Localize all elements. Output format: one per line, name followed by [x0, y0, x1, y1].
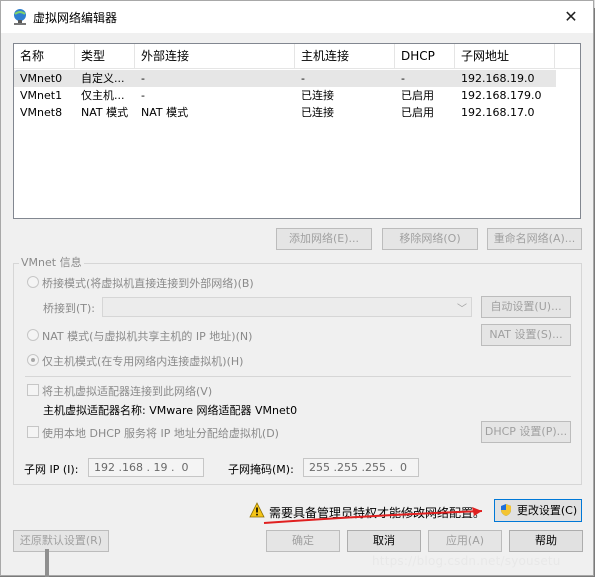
column-header-subnet[interactable]: 子网地址: [455, 44, 555, 68]
host-only-label: 仅主机模式(在专用网络内连接虚拟机)(H): [42, 355, 244, 368]
cell-external: NAT 模式: [141, 106, 189, 119]
cell-dhcp: 已启用: [401, 89, 434, 102]
restore-defaults-button[interactable]: 还原默认设置(R): [13, 530, 109, 552]
add-network-button[interactable]: 添加网络(E)...: [276, 228, 372, 250]
cell-subnet: 192.168.17.0: [461, 106, 535, 119]
bridge-to-label: 桥接到(T):: [43, 302, 96, 315]
column-header-dhcp[interactable]: DHCP: [395, 44, 455, 68]
host-only-radio[interactable]: [27, 354, 39, 366]
bridge-mode-radio[interactable]: [27, 276, 39, 288]
ok-button[interactable]: 确定: [266, 530, 340, 552]
subnet-ip-input[interactable]: 192 .168 . 19 . 0: [88, 458, 204, 477]
nat-mode-label: NAT 模式(与虚拟机共享主机的 IP 地址)(N): [42, 330, 253, 343]
change-settings-button[interactable]: 更改设置(C): [494, 499, 582, 522]
adapter-name-text: 主机虚拟适配器名称: VMware 网络适配器 VMnet0: [43, 404, 298, 417]
bridge-mode-label: 桥接模式(将虚拟机直接连接到外部网络)(B): [42, 277, 254, 290]
cell-host: 已连接: [301, 106, 334, 119]
cell-type: 仅主机...: [81, 89, 125, 102]
list-header: 名称 类型 外部连接 主机连接 DHCP 子网地址: [14, 44, 580, 69]
cell-dhcp: -: [401, 72, 405, 85]
bridge-to-select[interactable]: ﹀: [102, 297, 472, 317]
nat-mode-radio[interactable]: [27, 329, 39, 341]
title-bar[interactable]: 虚拟网络编辑器 ✕: [1, 1, 593, 33]
auto-settings-button[interactable]: 自动设置(U)...: [481, 296, 571, 318]
cell-external: -: [141, 89, 145, 102]
virtual-network-editor-window: 虚拟网络编辑器 ✕ 名称 类型 外部连接 主机连接 DHCP 子网地址 VMne…: [0, 0, 594, 577]
chevron-down-icon: ﹀: [457, 304, 467, 315]
connect-adapter-checkbox[interactable]: [27, 384, 39, 396]
column-header-host[interactable]: 主机连接: [295, 44, 395, 68]
column-header-type[interactable]: 类型: [75, 44, 135, 68]
column-header-external[interactable]: 外部连接: [135, 44, 295, 68]
background-scrollbar: [45, 549, 49, 577]
network-list[interactable]: 名称 类型 外部连接 主机连接 DHCP 子网地址 VMnet0 自定义... …: [13, 43, 581, 219]
dhcp-settings-button[interactable]: DHCP 设置(P)...: [481, 421, 571, 443]
cell-type: NAT 模式: [81, 106, 129, 119]
subnet-ip-label: 子网 IP (I):: [24, 463, 79, 476]
uac-shield-icon: [500, 504, 511, 516]
window-title: 虚拟网络编辑器: [33, 11, 118, 25]
use-dhcp-checkbox[interactable]: [27, 426, 39, 438]
cell-host: 已连接: [301, 89, 334, 102]
cell-name: VMnet1: [20, 89, 63, 102]
rename-network-button[interactable]: 重命名网络(A)...: [487, 228, 582, 250]
table-row[interactable]: VMnet8 NAT 模式 NAT 模式 已连接 已启用 192.168.17.…: [14, 104, 556, 121]
use-dhcp-label: 使用本地 DHCP 服务将 IP 地址分配给虚拟机(D): [42, 427, 279, 440]
cancel-button[interactable]: 取消: [347, 530, 421, 552]
divider: [25, 376, 571, 377]
cell-host: -: [301, 72, 305, 85]
column-header-name[interactable]: 名称: [14, 44, 75, 68]
cell-external: -: [141, 72, 145, 85]
remove-network-button[interactable]: 移除网络(O): [382, 228, 478, 250]
connect-adapter-label: 将主机虚拟适配器连接到此网络(V): [42, 385, 213, 398]
table-row[interactable]: VMnet0 自定义... - - - 192.168.19.0: [14, 70, 556, 87]
cell-subnet: 192.168.179.0: [461, 89, 542, 102]
help-button[interactable]: 帮助: [509, 530, 583, 552]
watermark-text: https://blog.csdn.net/syousetu: [372, 554, 561, 568]
subnet-mask-label: 子网掩码(M):: [228, 463, 294, 476]
cell-dhcp: 已启用: [401, 106, 434, 119]
close-button[interactable]: ✕: [553, 3, 589, 31]
apply-button[interactable]: 应用(A): [428, 530, 502, 552]
nat-settings-button[interactable]: NAT 设置(S)...: [481, 324, 571, 346]
cell-type: 自定义...: [81, 72, 125, 85]
network-globe-icon: [14, 9, 26, 25]
vmnet-info-title: VMnet 信息: [19, 254, 84, 270]
red-arrow-annotation: [263, 507, 483, 524]
subnet-mask-input[interactable]: 255 .255 .255 . 0: [303, 458, 419, 477]
cell-subnet: 192.168.19.0: [461, 72, 535, 85]
cell-name: VMnet8: [20, 106, 63, 119]
change-settings-label: 更改设置(C): [516, 504, 578, 517]
table-row[interactable]: VMnet1 仅主机... - 已连接 已启用 192.168.179.0: [14, 87, 556, 104]
cell-name: VMnet0: [20, 72, 63, 85]
